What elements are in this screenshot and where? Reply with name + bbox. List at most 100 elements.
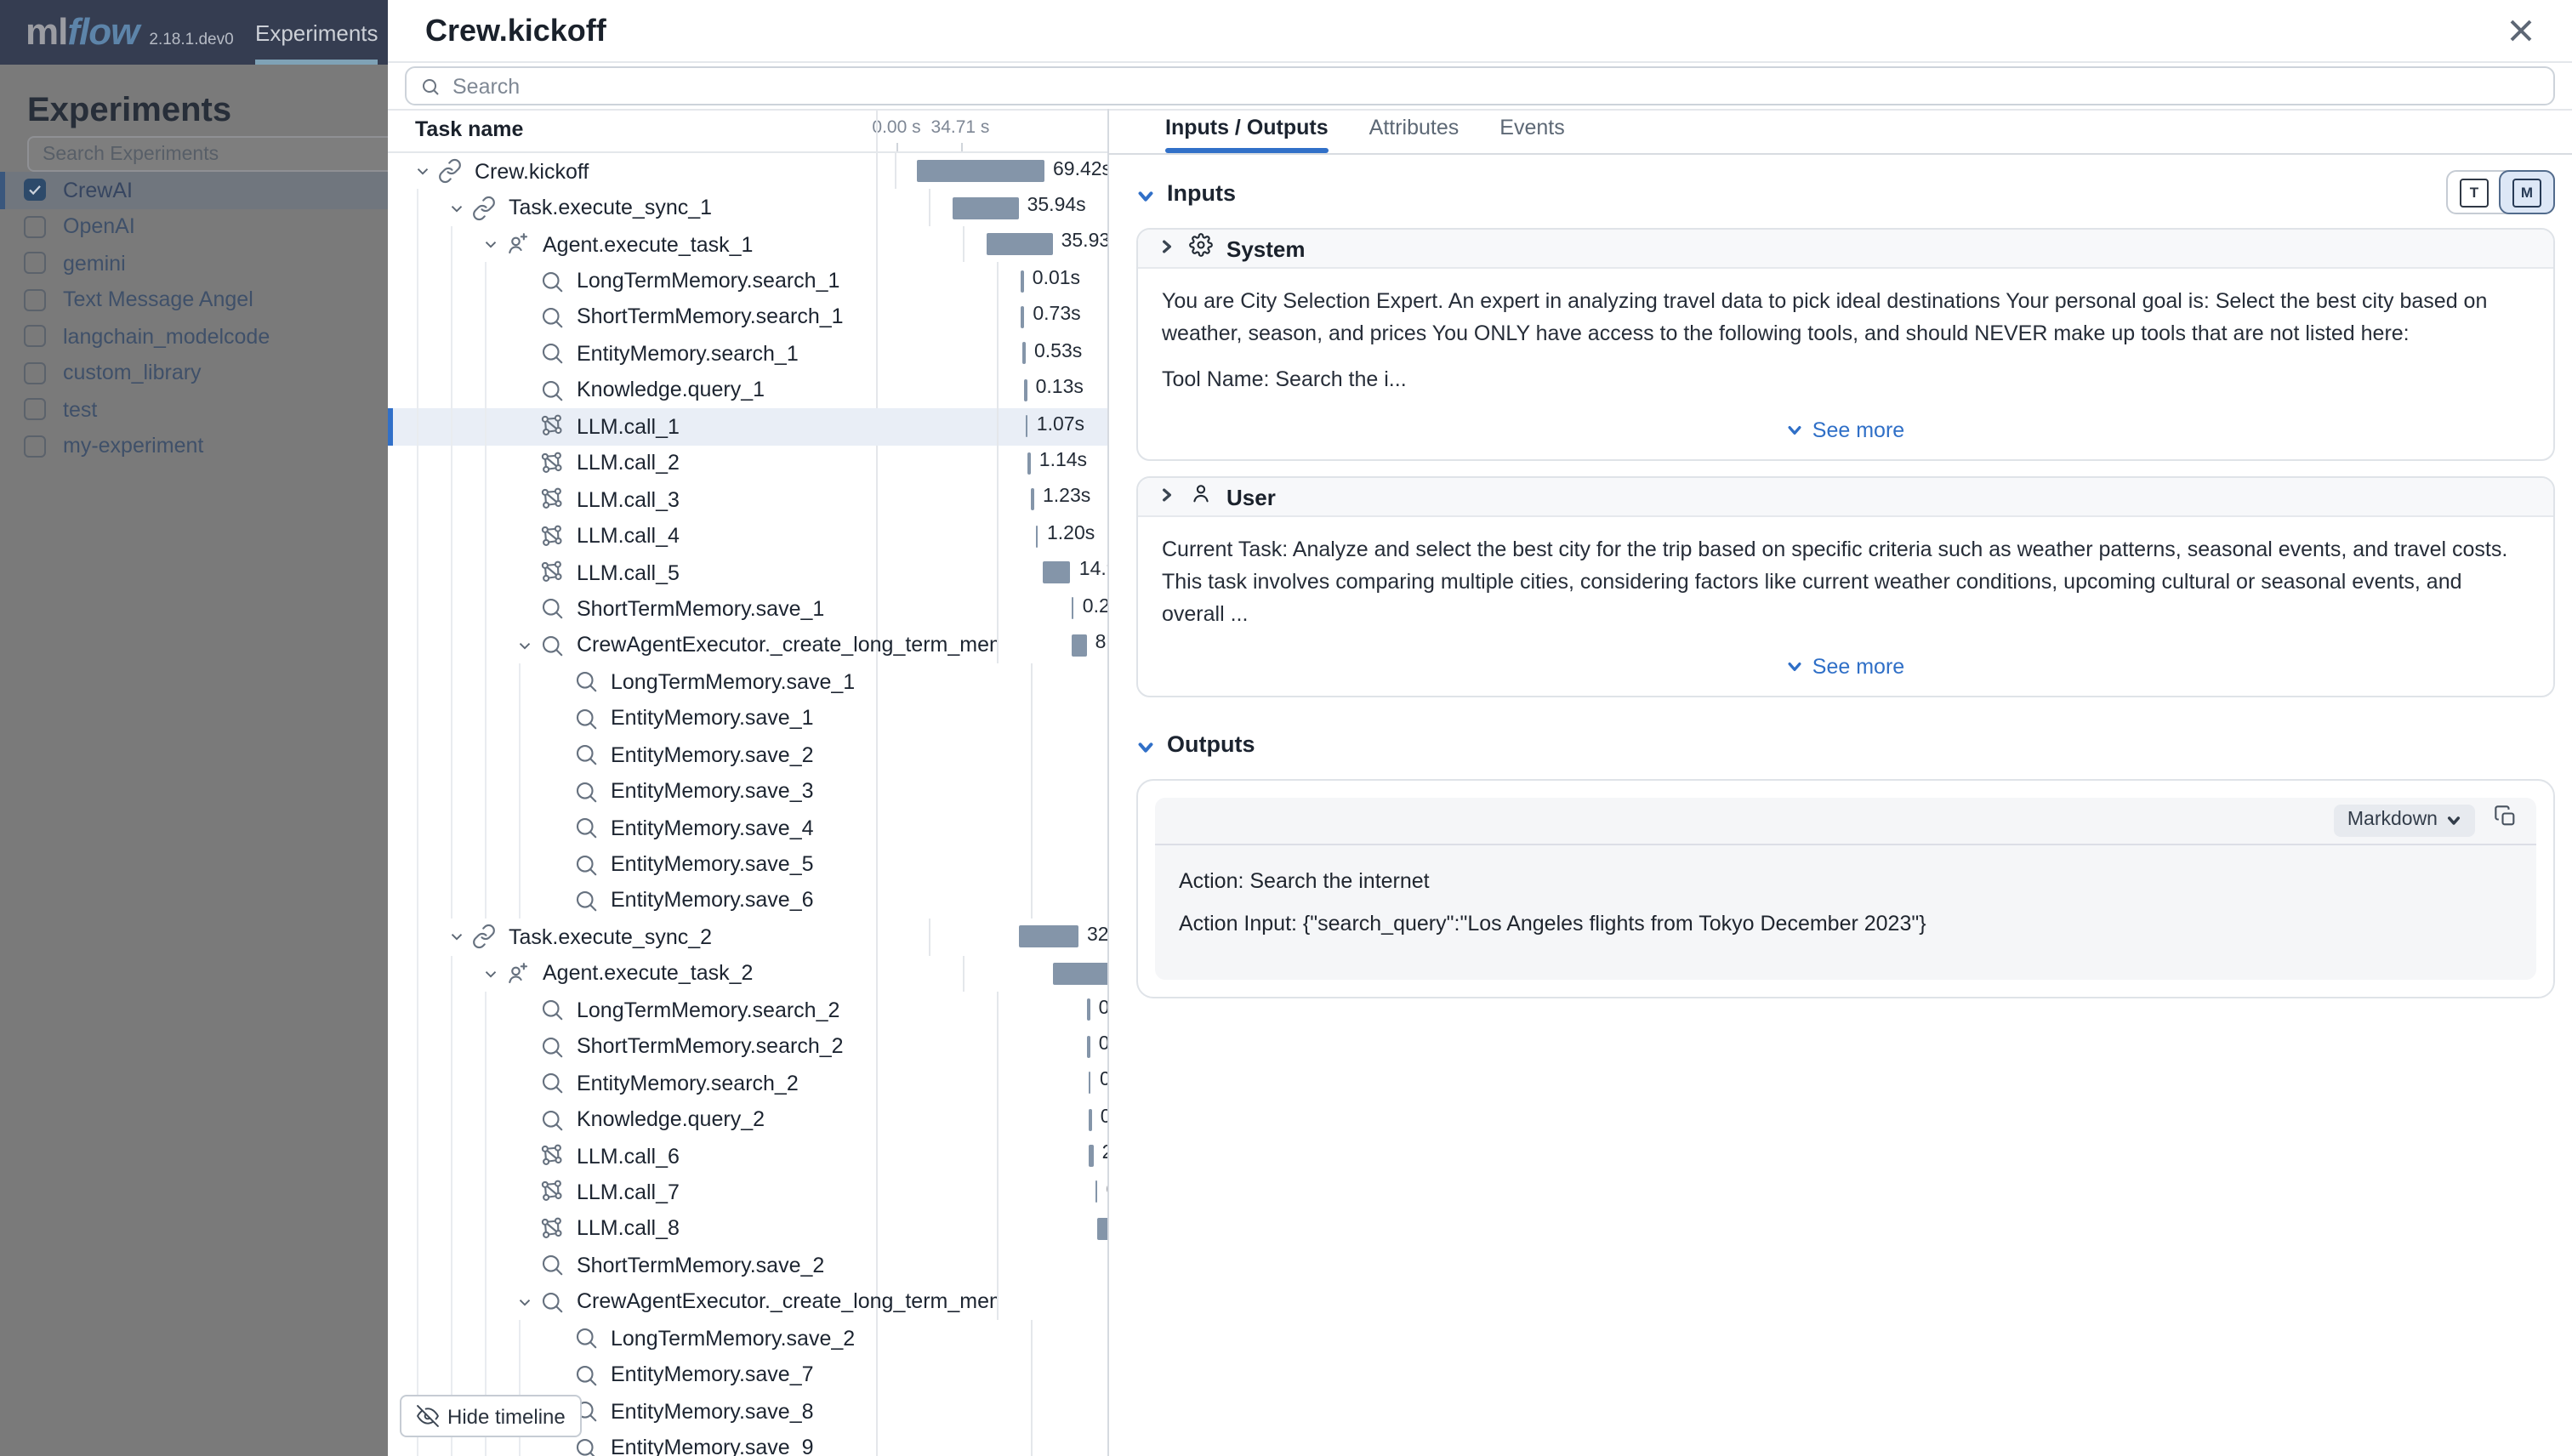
span-timeline-cell[interactable]: 0.73s bbox=[997, 299, 1107, 336]
sidebar-item-OpenAI[interactable]: OpenAI bbox=[0, 208, 425, 245]
tree-row-EntityMemory.save_4[interactable]: EntityMemory.save_40.44s bbox=[388, 810, 1107, 846]
tree-row-LongTermMemory.save_2[interactable]: LongTermMemory.save_20.01s bbox=[388, 1320, 1107, 1356]
experiment-checkbox[interactable] bbox=[24, 216, 46, 238]
span-timeline-cell[interactable]: 0.49s bbox=[997, 1028, 1107, 1065]
span-timeline-cell[interactable]: 1.07s bbox=[997, 408, 1107, 445]
span-timeline-cell[interactable]: 0.28s bbox=[1031, 846, 1107, 883]
span-timeline-cell[interactable]: 35.93s bbox=[963, 226, 1107, 263]
span-name-cell[interactable]: Agent.execute_task_2 bbox=[388, 955, 963, 992]
span-name-cell[interactable]: ShortTermMemory.search_1 bbox=[388, 299, 997, 336]
tree-row-LongTermMemory.save_1[interactable]: LongTermMemory.save_10.01s bbox=[388, 663, 1107, 700]
tree-row-LongTermMemory.search_1[interactable]: LongTermMemory.search_10.01s bbox=[388, 263, 1107, 299]
tree-row-Task.execute_sync_1[interactable]: Task.execute_sync_135.94s bbox=[388, 190, 1107, 226]
format-select[interactable]: Markdown bbox=[2334, 804, 2475, 836]
span-name-cell[interactable]: Task.execute_sync_1 bbox=[388, 190, 929, 226]
span-name-cell[interactable]: LLM.call_2 bbox=[388, 445, 997, 481]
close-icon[interactable] bbox=[2507, 17, 2535, 44]
span-name-cell[interactable]: Agent.execute_task_1 bbox=[388, 226, 963, 263]
span-search-input[interactable]: Search bbox=[405, 66, 2555, 105]
tree-row-LLM.call_4[interactable]: LLM.call_41.20s bbox=[388, 518, 1107, 555]
tree-row-LLM.call_5[interactable]: LLM.call_514.96s bbox=[388, 555, 1107, 591]
span-name-cell[interactable]: LLM.call_6 bbox=[388, 1138, 997, 1174]
tree-row-Agent.execute_task_2[interactable]: Agent.execute_task_232.49s bbox=[388, 955, 1107, 992]
span-timeline-cell[interactable]: 0.28s bbox=[997, 1247, 1107, 1283]
span-timeline-cell[interactable]: 1.23s bbox=[997, 481, 1107, 518]
tab-inputs-outputs[interactable]: Inputs / Outputs bbox=[1165, 109, 1329, 153]
sidebar-item-my-experiment[interactable]: my-experiment bbox=[0, 428, 425, 464]
sidebar-item-custom_library[interactable]: custom_library bbox=[0, 355, 425, 391]
tree-row-Knowledge.query_1[interactable]: Knowledge.query_10.13s bbox=[388, 372, 1107, 408]
span-name-cell[interactable]: EntityMemory.search_1 bbox=[388, 335, 997, 372]
sidebar-item-Text Message Angel[interactable]: Text Message Angel bbox=[0, 282, 425, 318]
span-timeline-cell[interactable]: 35.94s bbox=[929, 190, 1107, 226]
experiment-checkbox[interactable] bbox=[24, 326, 46, 348]
span-name-cell[interactable]: LLM.call_8 bbox=[388, 1210, 997, 1247]
tree-row-EntityMemory.search_2[interactable]: EntityMemory.search_20.26s bbox=[388, 1065, 1107, 1101]
span-name-cell[interactable]: LongTermMemory.search_1 bbox=[388, 263, 997, 299]
span-timeline-cell[interactable]: 0.29s bbox=[997, 591, 1107, 628]
chevron-down-icon[interactable] bbox=[509, 630, 539, 661]
tree-row-LLM.call_6[interactable]: LLM.call_62.28s bbox=[388, 1138, 1107, 1174]
span-timeline-cell[interactable]: 0.35s bbox=[1031, 1393, 1107, 1430]
tree-row-Agent.execute_task_1[interactable]: Agent.execute_task_135.93s bbox=[388, 226, 1107, 263]
chevron-down-icon[interactable] bbox=[475, 958, 505, 989]
span-timeline-cell[interactable]: 0.44s bbox=[1031, 810, 1107, 846]
tree-row-ShortTermMemory.search_2[interactable]: ShortTermMemory.search_20.49s bbox=[388, 1028, 1107, 1065]
chevron-down-icon[interactable] bbox=[1136, 183, 1155, 202]
span-timeline-cell[interactable]: 0.13s bbox=[997, 372, 1107, 408]
span-name-cell[interactable]: LLM.call_7 bbox=[388, 1174, 997, 1211]
tree-row-EntityMemory.save_6[interactable]: EntityMemory.save_60.53s bbox=[388, 883, 1107, 919]
chevron-down-icon[interactable] bbox=[441, 192, 471, 223]
user-message-header[interactable]: User bbox=[1138, 479, 2553, 518]
user-see-more-link[interactable]: See more bbox=[1162, 654, 2529, 678]
tree-row-ShortTermMemory.save_2[interactable]: ShortTermMemory.save_20.28s bbox=[388, 1247, 1107, 1283]
nav-tab-experiments[interactable]: Experiments bbox=[255, 0, 378, 65]
span-name-cell[interactable]: LLM.call_5 bbox=[388, 555, 997, 591]
span-name-cell[interactable]: EntityMemory.search_2 bbox=[388, 1065, 997, 1101]
tab-attributes[interactable]: Attributes bbox=[1369, 109, 1460, 153]
span-timeline-cell[interactable]: 6.78s bbox=[997, 1283, 1107, 1320]
span-timeline-cell[interactable]: 14.96s bbox=[997, 555, 1107, 591]
tree-row-LLM.call_8[interactable]: LLM.call_819.12s bbox=[388, 1210, 1107, 1247]
span-name-cell[interactable]: Knowledge.query_1 bbox=[388, 372, 997, 408]
tree-row-LLM.call_2[interactable]: LLM.call_21.14s bbox=[388, 445, 1107, 481]
chevron-down-icon[interactable] bbox=[1136, 735, 1155, 754]
span-timeline-cell[interactable]: 0.01s bbox=[997, 263, 1107, 299]
text-view-button[interactable]: T bbox=[2448, 172, 2501, 213]
tree-row-EntityMemory.save_3[interactable]: EntityMemory.save_30.22s bbox=[388, 773, 1107, 810]
span-timeline-cell[interactable]: 0.01s bbox=[997, 992, 1107, 1028]
system-message-header[interactable]: System bbox=[1138, 230, 2553, 269]
span-name-cell[interactable]: LLM.call_3 bbox=[388, 481, 997, 518]
span-timeline-cell[interactable]: 32.49s bbox=[963, 955, 1107, 992]
span-timeline-cell[interactable]: 0.26s bbox=[997, 1065, 1107, 1101]
span-name-cell[interactable]: LongTermMemory.search_2 bbox=[388, 992, 997, 1028]
tree-row-LLM.call_3[interactable]: LLM.call_31.23s bbox=[388, 481, 1107, 518]
chevron-down-icon[interactable] bbox=[509, 1287, 539, 1317]
span-timeline-cell[interactable]: 69.42s bbox=[895, 153, 1107, 190]
span-timeline-cell[interactable]: 0.64s bbox=[1031, 737, 1107, 773]
tree-row-EntityMemory.save_1[interactable]: EntityMemory.save_10.54s bbox=[388, 700, 1107, 737]
span-timeline-cell[interactable]: 0.01s bbox=[1031, 663, 1107, 700]
tree-row-EntityMemory.search_1[interactable]: EntityMemory.search_10.53s bbox=[388, 335, 1107, 372]
chevron-down-icon[interactable] bbox=[441, 922, 471, 953]
span-timeline-cell[interactable]: 0.78s bbox=[1031, 1356, 1107, 1393]
span-name-cell[interactable]: ShortTermMemory.search_2 bbox=[388, 1028, 997, 1065]
span-name-cell[interactable]: ShortTermMemory.save_1 bbox=[388, 591, 997, 628]
sidebar-item-CrewAI[interactable]: CrewAI bbox=[0, 172, 425, 208]
system-see-more-link[interactable]: See more bbox=[1162, 419, 2529, 443]
experiment-search-input[interactable]: Search Experiments bbox=[27, 136, 398, 172]
tree-row-LLM.call_7[interactable]: LLM.call_70.91s bbox=[388, 1174, 1107, 1211]
span-timeline-cell[interactable]: 1.14s bbox=[997, 445, 1107, 481]
tree-row-Crew.kickoff[interactable]: Crew.kickoff69.42s bbox=[388, 153, 1107, 190]
span-name-cell[interactable]: Crew.kickoff bbox=[388, 153, 895, 190]
experiment-checkbox[interactable] bbox=[24, 289, 46, 311]
tree-row-ShortTermMemory.save_1[interactable]: ShortTermMemory.save_10.29s bbox=[388, 591, 1107, 628]
span-name-cell[interactable]: Task.execute_sync_2 bbox=[388, 919, 929, 955]
sidebar-item-langchain_modelcode[interactable]: langchain_modelcode bbox=[0, 318, 425, 355]
span-timeline-cell[interactable]: 19.12s bbox=[997, 1210, 1107, 1247]
experiment-checkbox[interactable] bbox=[24, 253, 46, 275]
tree-row-CrewAgentExecutor._create_long_term_memory[interactable]: CrewAgentExecutor._create_long_term_memo… bbox=[388, 627, 1107, 663]
experiment-checkbox[interactable] bbox=[24, 435, 46, 458]
span-name-cell[interactable]: Knowledge.query_2 bbox=[388, 1101, 997, 1138]
span-timeline-cell[interactable]: 0.54s bbox=[1031, 700, 1107, 737]
